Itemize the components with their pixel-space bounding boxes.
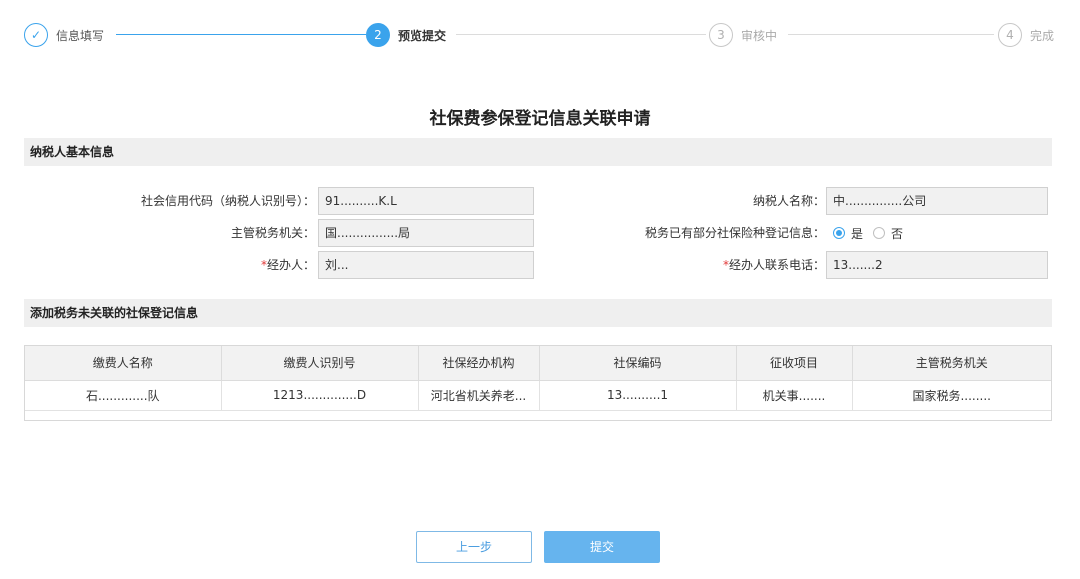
step-label: 预览提交 <box>398 28 447 43</box>
column-header: 社保编码 <box>539 346 737 381</box>
step-preview-submit: 2 预览提交 <box>366 22 446 48</box>
agent-label: *经办人： <box>260 258 315 272</box>
checkmark-icon: ✓ <box>24 23 48 47</box>
table-cell: 石.............队 <box>25 380 222 411</box>
table-cell: 机关事....... <box>736 380 853 411</box>
step-number: 2 <box>366 23 390 47</box>
table-row[interactable]: 石.............队 1213..............D 河北省机… <box>25 380 1051 411</box>
radio-no-label: 否 <box>891 226 904 241</box>
table-cell: 河北省机关养老... <box>418 380 540 411</box>
table-cell: 13..........1 <box>539 380 737 411</box>
social-security-table: 缴费人名称 缴费人识别号 社保经办机构 社保编码 征收项目 主管税务机关 石..… <box>24 345 1052 421</box>
step-number: 3 <box>709 23 733 47</box>
table-cell: 国家税务........ <box>852 380 1051 411</box>
tax-office-field[interactable]: 国................局 <box>318 219 534 247</box>
tax-office-label: 主管税务机关： <box>230 226 315 240</box>
column-header: 主管税务机关 <box>852 346 1051 381</box>
radio-yes-label: 是 <box>851 226 864 241</box>
agent-field[interactable]: 刘... <box>318 251 534 279</box>
page-title: 社保费参保登记信息关联申请 <box>429 109 651 129</box>
table-cell: 1213..............D <box>221 380 419 411</box>
step-connector <box>116 34 366 35</box>
taxpayer-name-label: 纳税人名称： <box>752 194 825 208</box>
radio-yes[interactable] <box>833 227 845 239</box>
column-header: 征收项目 <box>736 346 853 381</box>
agent-phone-field[interactable]: 13.......2 <box>826 251 1048 279</box>
step-label: 完成 <box>1030 28 1055 43</box>
registered-info-label: 税务已有部分社保险种登记信息： <box>644 226 825 240</box>
step-label: 审核中 <box>741 28 778 43</box>
step-number: 4 <box>998 23 1022 47</box>
progress-stepper: ✓ 信息填写 2 预览提交 3 审核中 4 完成 <box>24 22 1064 48</box>
credit-code-label: 社会信用代码（纳税人识别号）： <box>140 194 315 208</box>
step-connector <box>456 34 706 35</box>
section-header-unlinked: 添加税务未关联的社保登记信息 <box>24 299 1052 327</box>
radio-no[interactable] <box>873 227 886 239</box>
section-header-taxpayer: 纳税人基本信息 <box>24 138 1052 166</box>
step-info-fill: ✓ 信息填写 <box>24 22 104 48</box>
step-connector <box>788 34 994 35</box>
registered-radio-group: 是 否 <box>833 219 913 247</box>
column-header: 缴费人名称 <box>25 346 222 381</box>
column-header: 社保经办机构 <box>418 346 540 381</box>
table-header-row: 缴费人名称 缴费人识别号 社保经办机构 社保编码 征收项目 主管税务机关 <box>25 346 1051 381</box>
step-reviewing: 3 审核中 <box>709 22 777 48</box>
taxpayer-name-field[interactable]: 中...............公司 <box>826 187 1048 215</box>
agent-phone-label: *经办人联系电话： <box>722 258 825 272</box>
previous-step-button[interactable]: 上一步 <box>416 531 532 563</box>
submit-button[interactable]: 提交 <box>544 531 660 563</box>
step-done: 4 完成 <box>998 22 1054 48</box>
step-label: 信息填写 <box>56 28 105 43</box>
credit-code-field[interactable]: 91..........K.L <box>318 187 534 215</box>
column-header: 缴费人识别号 <box>221 346 419 381</box>
